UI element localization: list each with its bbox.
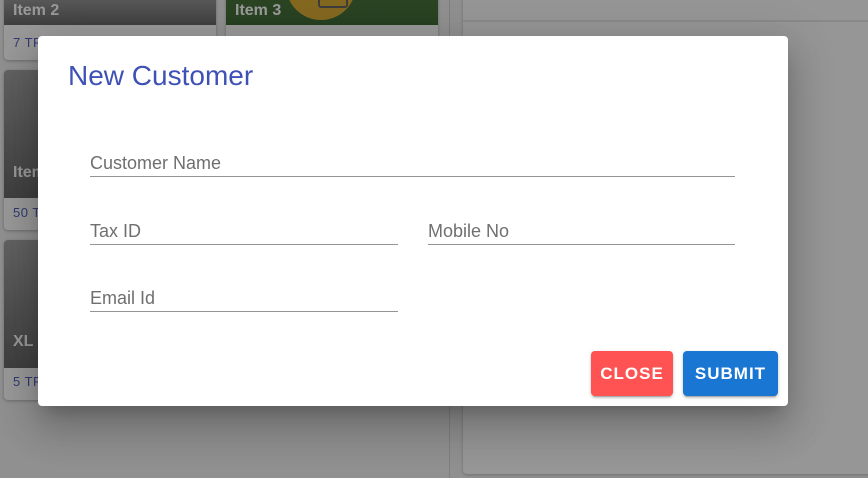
dialog-title: New Customer [68, 60, 254, 91]
customer-name-input[interactable] [90, 150, 735, 176]
tax-id-input[interactable] [90, 218, 398, 244]
mobile-no-input[interactable] [428, 218, 735, 244]
customer-name-field [90, 150, 735, 177]
submit-button[interactable]: SUBMIT [683, 351, 778, 396]
email-id-field [90, 285, 398, 312]
mobile-no-field [428, 218, 735, 245]
email-id-input[interactable] [90, 285, 398, 311]
new-customer-dialog: New Customer CLOSE SUBMIT [38, 36, 788, 406]
close-button[interactable]: CLOSE [591, 351, 673, 396]
tax-id-field [90, 218, 398, 245]
